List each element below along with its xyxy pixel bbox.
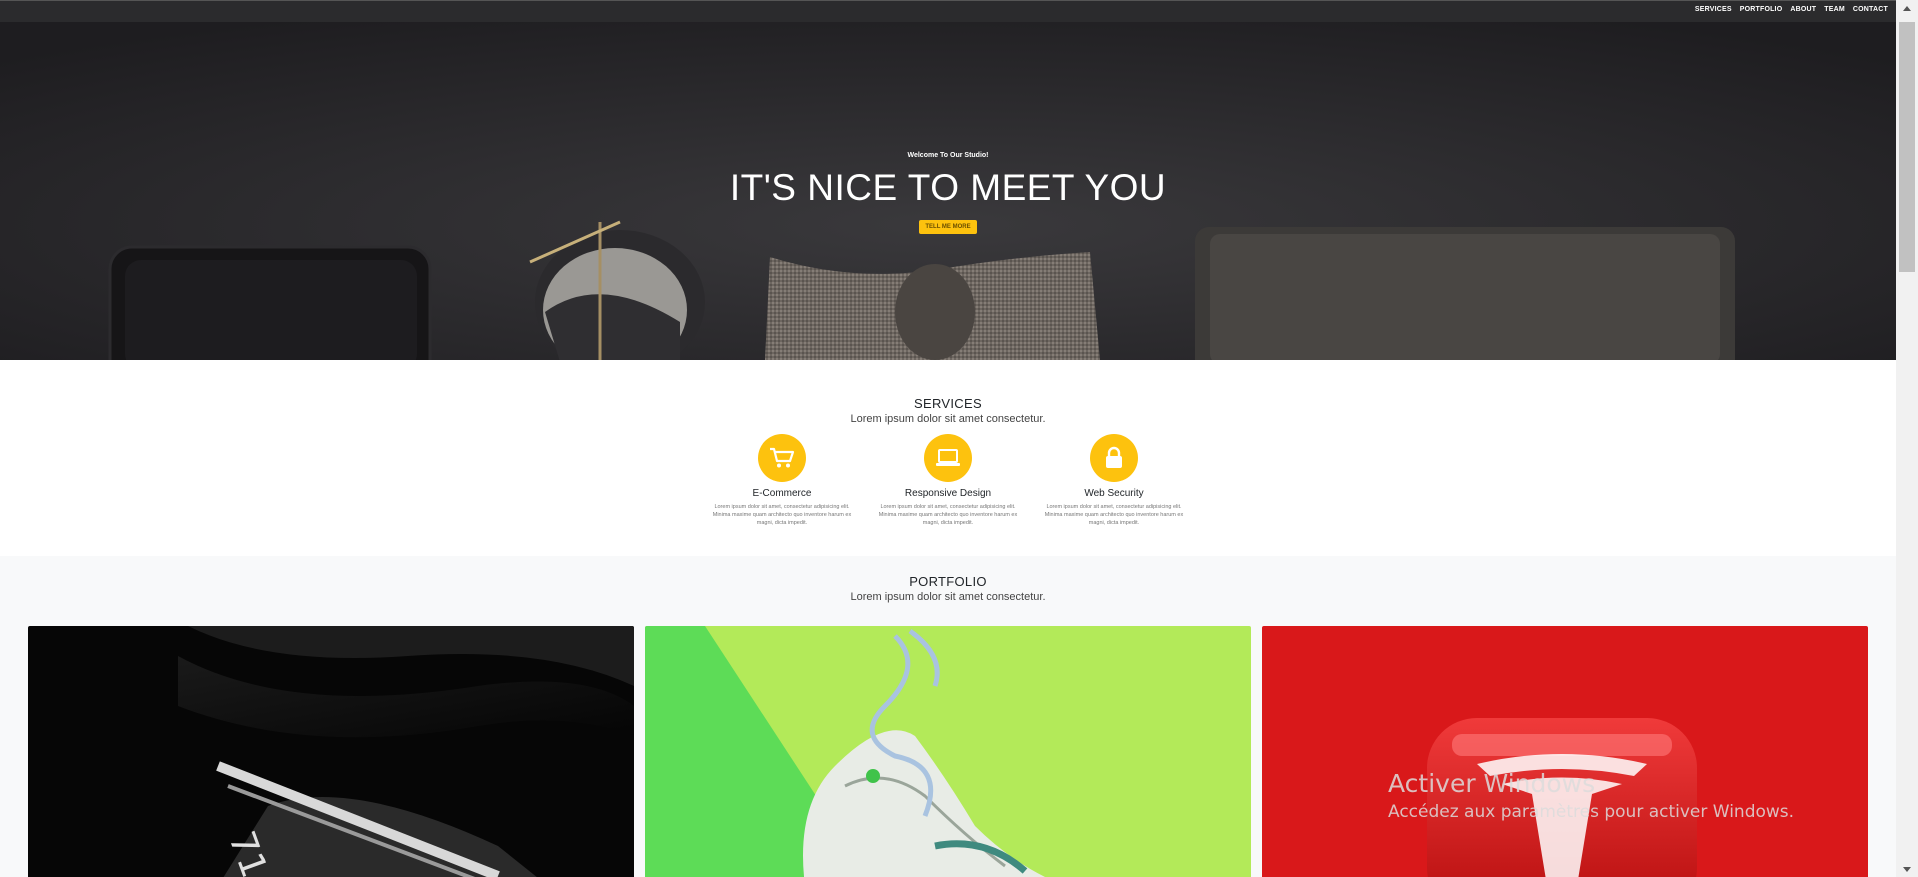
service-responsive-design: Responsive Design Lorem ipsum dolor sit … xyxy=(872,434,1024,527)
service-title: E-Commerce xyxy=(752,488,812,499)
portfolio-title: PORTFOLIO xyxy=(909,574,987,589)
scroll-up-arrow-icon[interactable] xyxy=(1896,0,1918,16)
nav-link-contact[interactable]: CONTACT xyxy=(1853,6,1888,13)
portfolio-item-tesla[interactable] xyxy=(1262,626,1868,877)
hero-content: Welcome To Our Studio! IT'S NICE TO MEET… xyxy=(0,152,1896,234)
services-row: E-Commerce Lorem ipsum dolor sit amet, c… xyxy=(0,434,1896,527)
nav-links: SERVICES PORTFOLIO ABOUT TEAM CONTACT xyxy=(1695,6,1888,13)
service-e-commerce: E-Commerce Lorem ipsum dolor sit amet, c… xyxy=(706,434,858,527)
service-title: Web Security xyxy=(1084,488,1144,499)
portfolio-item-smartwatch[interactable]: 71 xyxy=(28,626,634,877)
services-title: SERVICES xyxy=(914,396,982,411)
navbar: SERVICES PORTFOLIO ABOUT TEAM CONTACT xyxy=(0,0,1896,22)
portfolio-subtitle: Lorem ipsum dolor sit amet consectetur. xyxy=(850,591,1046,603)
services-subtitle: Lorem ipsum dolor sit amet consectetur. xyxy=(850,413,1046,425)
hero-subheading: Welcome To Our Studio! xyxy=(907,152,989,159)
vertical-scrollbar[interactable] xyxy=(1896,0,1918,877)
shopping-cart-icon xyxy=(758,434,806,482)
sneaker-image xyxy=(645,626,1251,877)
portfolio-grid: 71 xyxy=(28,626,1868,877)
lock-icon xyxy=(1090,434,1138,482)
smartwatch-image: 71 xyxy=(28,626,634,877)
page: SERVICES PORTFOLIO ABOUT TEAM CONTACT We… xyxy=(0,0,1896,877)
tesla-logo-image xyxy=(1262,626,1868,877)
laptop-icon xyxy=(924,434,972,482)
service-text: Lorem ipsum dolor sit amet, consectetur … xyxy=(878,504,1018,526)
service-text: Lorem ipsum dolor sit amet, consectetur … xyxy=(1044,504,1184,526)
service-web-security: Web Security Lorem ipsum dolor sit amet,… xyxy=(1038,434,1190,527)
nav-link-portfolio[interactable]: PORTFOLIO xyxy=(1740,6,1783,13)
nav-link-services[interactable]: SERVICES xyxy=(1695,6,1732,13)
hero-section: Welcome To Our Studio! IT'S NICE TO MEET… xyxy=(0,22,1896,360)
services-section: SERVICES Lorem ipsum dolor sit amet cons… xyxy=(0,360,1896,556)
service-title: Responsive Design xyxy=(904,488,992,499)
nav-link-about[interactable]: ABOUT xyxy=(1790,6,1816,13)
nav-link-team[interactable]: TEAM xyxy=(1824,6,1845,13)
tell-me-more-button[interactable]: TELL ME MORE xyxy=(919,220,977,234)
scrollbar-thumb[interactable] xyxy=(1899,22,1915,272)
scroll-down-arrow-icon[interactable] xyxy=(1896,861,1918,877)
hero-heading: IT'S NICE TO MEET YOU xyxy=(729,167,1167,208)
service-text: Lorem ipsum dolor sit amet, consectetur … xyxy=(712,504,852,526)
portfolio-section: PORTFOLIO Lorem ipsum dolor sit amet con… xyxy=(0,556,1896,877)
portfolio-item-sneaker[interactable] xyxy=(645,626,1251,877)
